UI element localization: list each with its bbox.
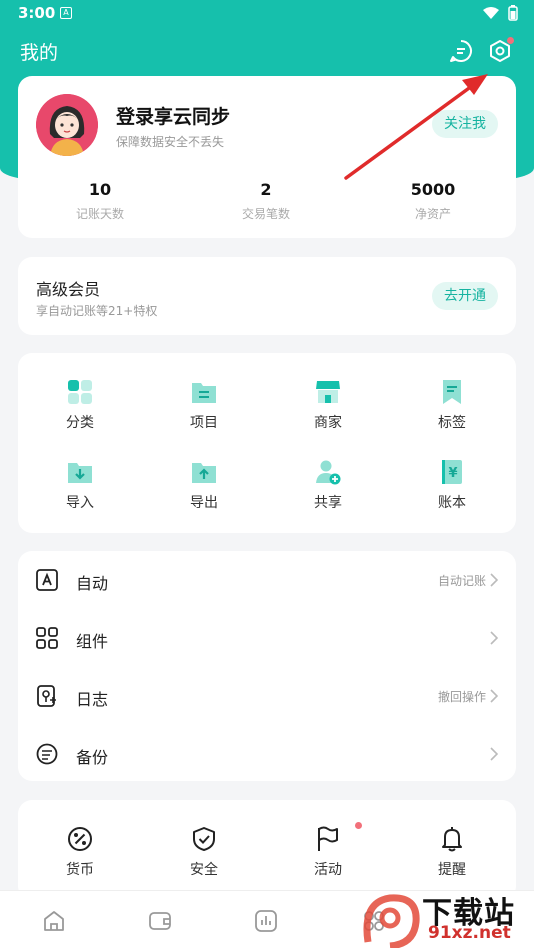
- chevron-right-icon: [490, 573, 498, 587]
- log-icon: [37, 685, 56, 707]
- watermark: 下载站 91xz.net: [360, 890, 530, 950]
- tool-tag[interactable]: 标签: [390, 379, 514, 432]
- more-features-card: 货币 安全 活动 提醒: [18, 800, 516, 900]
- feature-security-label: 安全: [190, 862, 218, 878]
- feature-reminder[interactable]: 提醒: [390, 826, 514, 879]
- watermark-url: 91xz.net: [428, 923, 511, 943]
- feature-currency[interactable]: 货币: [18, 826, 142, 879]
- chevron-right-icon: [490, 689, 498, 703]
- vip-title: 高级会员: [36, 280, 101, 299]
- tab-home[interactable]: [42, 909, 66, 937]
- list-item-log-label: 日志: [76, 690, 109, 709]
- list-item-backup[interactable]: 备份: [18, 725, 516, 783]
- backup-icon: [36, 743, 58, 765]
- home-icon: [44, 911, 64, 931]
- tool-share-label: 共享: [314, 495, 342, 511]
- store-icon: [316, 381, 340, 403]
- activate-vip-button[interactable]: 去开通: [432, 282, 498, 310]
- feature-security[interactable]: 安全: [142, 826, 266, 879]
- list-item-backup-label: 备份: [76, 748, 109, 767]
- tools-card: 分类 项目 商家 标签 导入 导出 共享 ¥ 账本: [18, 353, 516, 533]
- import-icon: [68, 463, 92, 483]
- tool-category-label: 分类: [66, 415, 94, 431]
- tool-export[interactable]: 导出: [142, 459, 266, 512]
- wallet-icon: [149, 912, 171, 930]
- tool-import[interactable]: 导入: [18, 459, 142, 512]
- vip-subtitle: 享自动记账等21+特权: [36, 304, 158, 318]
- feature-activity-label: 活动: [314, 862, 342, 878]
- tag-icon: [443, 380, 461, 404]
- currency-percent-icon: [68, 827, 92, 851]
- tool-export-label: 导出: [190, 495, 218, 511]
- settings-list-card: 自动 自动记账 组件 日志 撤回操作 备份: [18, 551, 516, 781]
- list-item-log[interactable]: 日志 撤回操作: [18, 667, 516, 725]
- list-item-auto-label: 自动: [76, 574, 109, 593]
- chevron-right-icon: [490, 747, 498, 761]
- tool-ledger[interactable]: ¥ 账本: [390, 459, 514, 512]
- list-item-widget-label: 组件: [76, 632, 109, 651]
- category-icon: [68, 380, 92, 404]
- tool-tag-label: 标签: [438, 415, 466, 431]
- list-item-auto-hint: 自动记账: [437, 574, 486, 588]
- tab-wallet[interactable]: [148, 909, 172, 937]
- svg-text:¥: ¥: [448, 466, 457, 481]
- feature-currency-label: 货币: [66, 862, 94, 878]
- feature-activity[interactable]: 活动: [266, 822, 390, 879]
- widget-grid-icon: [36, 627, 58, 649]
- list-item-auto[interactable]: 自动 自动记账: [18, 551, 516, 609]
- tool-merchant[interactable]: 商家: [266, 379, 390, 432]
- activity-flag-icon: [318, 826, 338, 851]
- tool-category[interactable]: 分类: [18, 379, 142, 432]
- tab-statistics[interactable]: [254, 909, 278, 937]
- vip-card[interactable]: 高级会员 享自动记账等21+特权 去开通: [18, 257, 516, 335]
- share-user-icon: [316, 460, 341, 485]
- watermark-logo-icon: [363, 894, 420, 948]
- export-icon: [192, 463, 216, 483]
- security-shield-icon: [193, 827, 215, 851]
- tool-merchant-label: 商家: [314, 415, 342, 431]
- chart-icon: [255, 910, 277, 932]
- tool-share[interactable]: 共享: [266, 459, 390, 512]
- reminder-bell-icon: [442, 827, 462, 852]
- project-folder-icon: [192, 383, 216, 403]
- chevron-right-icon: [490, 631, 498, 645]
- list-item-widget[interactable]: 组件: [18, 609, 516, 667]
- ledger-book-icon: ¥: [442, 460, 462, 484]
- tool-ledger-label: 账本: [438, 495, 466, 511]
- tool-import-label: 导入: [66, 495, 94, 511]
- tool-project[interactable]: 项目: [142, 379, 266, 432]
- feature-reminder-label: 提醒: [438, 862, 466, 878]
- tool-project-label: 项目: [190, 415, 218, 431]
- activity-badge: [355, 822, 362, 829]
- list-item-log-hint: 撤回操作: [437, 690, 486, 704]
- auto-a-icon: [36, 569, 58, 591]
